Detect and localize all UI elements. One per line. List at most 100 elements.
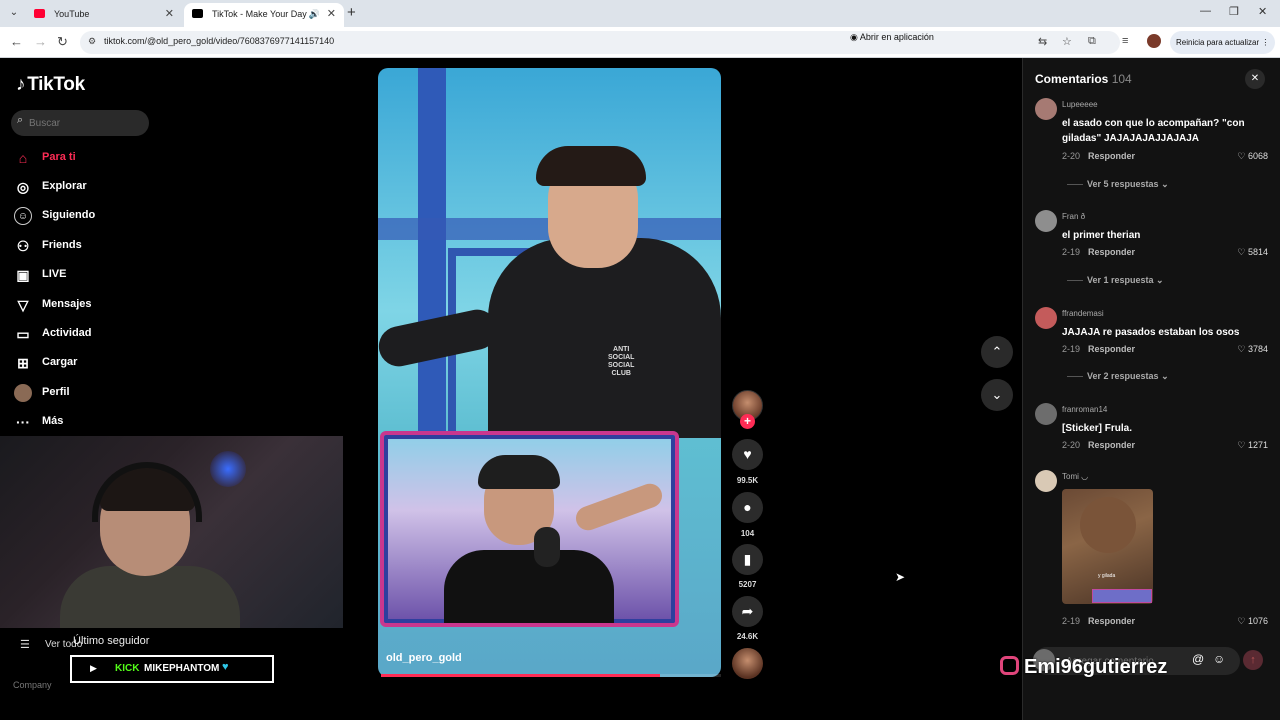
comment-like-button[interactable]: ♡ 6068 — [1223, 151, 1268, 162]
comment-user[interactable]: ffrandemasi — [1062, 309, 1104, 318]
profile-avatar-icon[interactable] — [1147, 34, 1161, 48]
sidebar-item-label: Actividad — [42, 327, 92, 339]
address-bar-row: ← → ↻ ⚙ tiktok.com/@old_pero_gold/video/… — [0, 27, 1280, 58]
back-arrow-icon[interactable]: ← — [10, 34, 23, 49]
kick-logo: KICK — [115, 663, 140, 674]
comment-count: 104 — [740, 529, 755, 538]
company-link[interactable]: Company — [13, 680, 52, 690]
avatar[interactable] — [1035, 210, 1057, 232]
tab-youtube[interactable]: YouTube ✕ — [26, 3, 182, 27]
comment-user[interactable]: franroman14 — [1062, 405, 1107, 414]
save-count: 5207 — [738, 580, 757, 589]
activity-icon: ▭ — [16, 326, 30, 342]
person-hair — [536, 146, 646, 186]
last-follower-box: ▶ KICK MIKEPHANTOM ♥ — [70, 655, 274, 683]
tiktok-favicon-icon — [192, 9, 203, 18]
led-light — [210, 451, 246, 487]
tab-tiktok[interactable]: TikTok - Make Your Day 🔊 ✕ — [184, 3, 344, 27]
view-replies-button[interactable]: Ver 1 respuesta ⌄ — [1067, 275, 1164, 286]
emoji-icon[interactable]: ☺ — [1213, 652, 1225, 666]
pip-body — [444, 550, 614, 623]
upload-icon: ⊞ — [17, 355, 29, 371]
search-box[interactable]: ⌕ — [11, 110, 149, 136]
avatar[interactable] — [1035, 98, 1057, 120]
star-icon[interactable]: ☆ — [1062, 35, 1072, 48]
new-tab-button[interactable]: + — [347, 4, 356, 21]
tiktok-logo[interactable]: ♪ TikTok — [16, 74, 85, 96]
picture-in-picture-overlay — [380, 431, 679, 627]
close-comments-button[interactable]: ✕ — [1245, 69, 1265, 89]
sound-disc-avatar[interactable] — [732, 648, 763, 679]
minimize-icon[interactable]: — — [1200, 5, 1211, 17]
speaker-icon[interactable]: 🔊 — [309, 3, 320, 25]
mention-icon[interactable]: @ — [1192, 652, 1204, 666]
pip-hair — [478, 455, 560, 489]
relaunch-button[interactable]: Reinicia para actualizar ⋮ — [1170, 31, 1276, 54]
avatar[interactable] — [1035, 403, 1057, 425]
like-button[interactable]: ♥ — [732, 439, 763, 470]
comment-button[interactable]: ● — [732, 492, 763, 523]
relaunch-label: Reinicia para actualizar — [1176, 38, 1260, 47]
save-button[interactable]: ▮ — [732, 544, 763, 575]
next-video-button[interactable]: ⌄ — [981, 379, 1013, 411]
browser-tab-bar: ⌄ YouTube ✕ TikTok - Make Your Day 🔊 ✕ +… — [0, 0, 1280, 27]
sidebar-item-label: Más — [42, 415, 64, 427]
reply-button[interactable]: Responder — [1088, 247, 1135, 257]
reply-button[interactable]: Responder — [1088, 344, 1135, 354]
open-in-app-button[interactable]: ◉ Abrir en aplicación — [850, 32, 934, 43]
avatar[interactable] — [1035, 307, 1057, 329]
arrow-up-icon: ↑ — [1250, 654, 1256, 666]
comment-sticker-image[interactable]: y gilada — [1062, 489, 1153, 604]
reply-button[interactable]: Responder — [1088, 440, 1135, 450]
share-icon: ➦ — [741, 603, 754, 619]
comment-user[interactable]: Fran ð — [1062, 212, 1085, 221]
comment-user[interactable]: Lupeeeee — [1062, 100, 1098, 109]
comment-user[interactable]: Tomi ◡ — [1062, 472, 1088, 481]
comment-like-button[interactable]: ♡ 3784 — [1223, 344, 1268, 355]
bear-costume — [1080, 497, 1136, 553]
tab-search-icon[interactable]: ⌄ — [4, 4, 24, 22]
comments-count: 104 — [1111, 72, 1132, 86]
heart-icon: ♥ — [222, 661, 229, 673]
heart-icon: ♥ — [743, 446, 752, 462]
reply-button[interactable]: Responder — [1088, 616, 1135, 626]
window-close-icon[interactable]: ✕ — [1258, 5, 1267, 18]
instagram-icon — [1000, 656, 1019, 676]
previous-video-button[interactable]: ⌃ — [981, 336, 1013, 368]
view-replies-button[interactable]: Ver 2 respuestas ⌄ — [1067, 371, 1169, 382]
extensions-icon[interactable]: ⧉ — [1088, 35, 1096, 48]
translate-icon[interactable]: ⇆ — [1038, 35, 1047, 48]
forward-arrow-icon[interactable]: → — [34, 34, 47, 49]
youtube-favicon-icon — [34, 9, 45, 18]
comment-text: [Sticker] Frula. — [1062, 423, 1133, 434]
comment-like-button[interactable]: ♡ 1076 — [1223, 616, 1268, 627]
comment-like-button[interactable]: ♡ 1271 — [1223, 440, 1268, 451]
reply-button[interactable]: Responder — [1088, 151, 1135, 161]
search-input[interactable] — [29, 114, 139, 132]
media-controls-icon[interactable]: ≡ — [1122, 35, 1128, 47]
following-icon: ☺ — [14, 207, 32, 225]
comments-panel: Comentarios 104 ✕ Lupeeeee el asado con … — [1022, 58, 1280, 720]
set-beam — [418, 68, 446, 448]
microphone-icon — [534, 527, 560, 567]
url-text[interactable]: tiktok.com/@old_pero_gold/video/76083769… — [104, 36, 334, 46]
avatar[interactable] — [1035, 470, 1057, 492]
comment-date: 2-20 — [1062, 440, 1081, 450]
omnibox[interactable]: ⚙ tiktok.com/@old_pero_gold/video/760837… — [80, 31, 1120, 54]
follow-plus-icon[interactable]: + — [740, 414, 755, 429]
comment-text: el asado con que lo acompañan? "con gila… — [1062, 118, 1245, 144]
reload-icon[interactable]: ↻ — [57, 34, 68, 50]
instagram-overlay: Emi96gutierrez — [1000, 656, 1167, 679]
close-icon[interactable]: ✕ — [165, 3, 174, 25]
video-author[interactable]: old_pero_gold — [386, 652, 462, 664]
video-progress[interactable] — [381, 674, 721, 677]
close-icon[interactable]: ✕ — [327, 3, 336, 25]
comment-like-count: 3784 — [1247, 344, 1268, 354]
share-button[interactable]: ➦ — [732, 596, 763, 627]
tab-title: TikTok - Make Your Day — [212, 9, 307, 19]
site-info-icon[interactable]: ⚙ — [88, 36, 96, 47]
comment-like-button[interactable]: ♡ 5814 — [1223, 247, 1268, 258]
restore-icon[interactable]: ❐ — [1229, 5, 1239, 18]
view-replies-button[interactable]: Ver 5 respuestas ⌄ — [1067, 179, 1169, 190]
send-comment-button[interactable]: ↑ — [1243, 650, 1263, 670]
